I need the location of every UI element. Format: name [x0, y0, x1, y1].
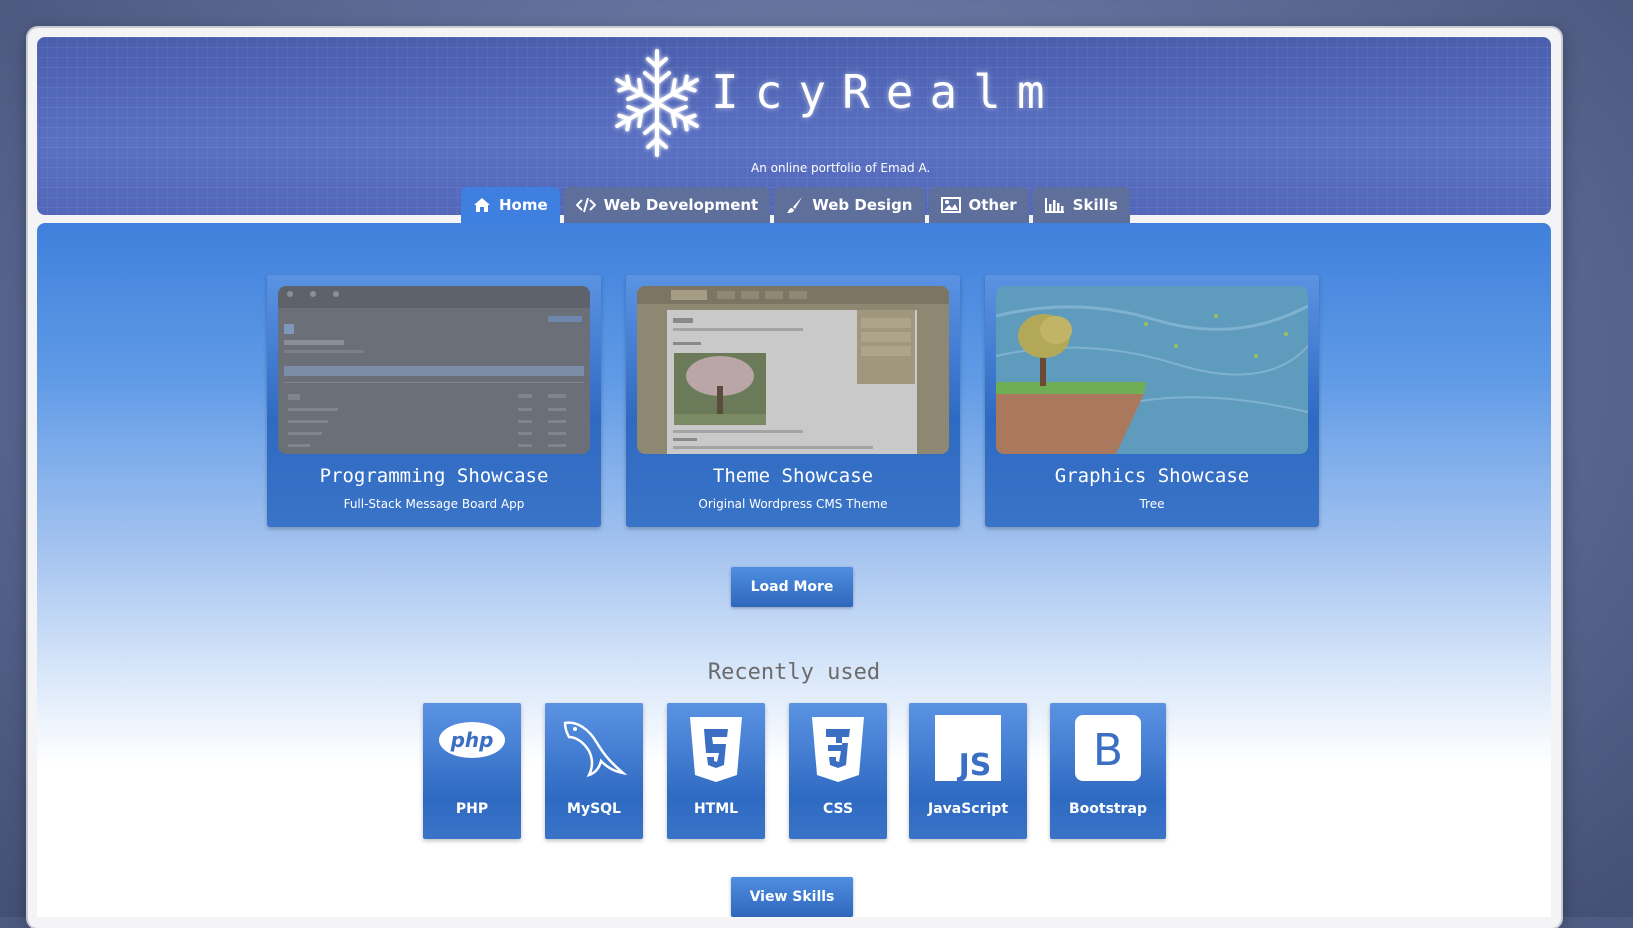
main-content: Programming Showcase Full-Stack Message … [37, 223, 1551, 917]
card-subtitle: Full-Stack Message Board App [343, 497, 525, 511]
site-logo[interactable]: IcyRealm An online portfolio of Emad A. [607, 43, 1047, 193]
card-subtitle: Original Wordpress CMS Theme [698, 497, 888, 511]
tab-label: Web Design [812, 196, 913, 214]
card-subtitle: Tree [1139, 497, 1165, 511]
card-title: Graphics Showcase [1054, 465, 1250, 487]
site-subtitle: An online portfolio of Emad A. [751, 161, 931, 175]
showcase-card-programming[interactable]: Programming Showcase Full-Stack Message … [267, 275, 601, 527]
svg-text:php: php [450, 728, 494, 752]
skill-tile-html[interactable]: HTML [667, 703, 765, 839]
main-nav: Home Web Development Web Design Other Sk… [461, 187, 1130, 223]
tab-label: Web Development [603, 196, 759, 214]
card-title: Theme Showcase [712, 465, 874, 487]
showcase-card-graphics[interactable]: Graphics Showcase Tree [985, 275, 1319, 527]
skill-tile-bootstrap[interactable]: B Bootstrap [1050, 703, 1166, 839]
view-skills-button[interactable]: View Skills [731, 877, 853, 917]
skill-label: MySQL [567, 801, 621, 817]
load-more-button[interactable]: Load More [731, 567, 853, 607]
tab-label: Other [968, 196, 1017, 214]
tab-web-design[interactable]: Web Design [774, 187, 925, 223]
skill-label: PHP [455, 801, 489, 817]
bootstrap-icon: B [1075, 715, 1141, 781]
brush-icon [787, 197, 803, 213]
svg-text:JS: JS [957, 748, 992, 781]
tab-other[interactable]: Other [928, 187, 1029, 223]
skill-label: CSS [822, 801, 854, 817]
skill-label: JavaScript [927, 801, 1009, 817]
tab-skills[interactable]: Skills [1032, 187, 1130, 223]
skill-label: HTML [693, 801, 739, 817]
skill-tile-mysql[interactable]: MySQL [545, 703, 643, 839]
card-thumbnail [637, 286, 949, 454]
recently-used-heading: Recently used [707, 660, 881, 685]
tab-label: Skills [1072, 196, 1118, 214]
html5-icon [690, 717, 742, 782]
tab-web-development[interactable]: Web Development [563, 187, 771, 223]
js-icon: JS [935, 715, 1001, 781]
code-icon [575, 197, 596, 213]
showcase-card-theme[interactable]: Theme Showcase Original Wordpress CMS Th… [626, 275, 960, 527]
image-icon [940, 197, 961, 213]
site-title: IcyRealm [711, 65, 1061, 119]
skill-tile-javascript[interactable]: JS JavaScript [909, 703, 1027, 839]
snowflake-icon [615, 49, 699, 157]
skill-tile-php[interactable]: php PHP [423, 703, 521, 839]
svg-text:B: B [1093, 725, 1123, 776]
card-title: Programming Showcase [319, 465, 549, 487]
tab-label: Home [499, 196, 548, 214]
mysql-icon [563, 721, 628, 778]
tab-home[interactable]: Home [461, 187, 560, 223]
skill-tile-css[interactable]: CSS [789, 703, 887, 839]
php-icon: php [439, 722, 505, 758]
css3-icon [812, 717, 864, 782]
card-thumbnail [278, 286, 590, 454]
skill-label: Bootstrap [1069, 801, 1147, 817]
card-thumbnail [996, 286, 1308, 454]
home-icon [474, 198, 490, 212]
bar-chart-icon [1044, 198, 1064, 213]
